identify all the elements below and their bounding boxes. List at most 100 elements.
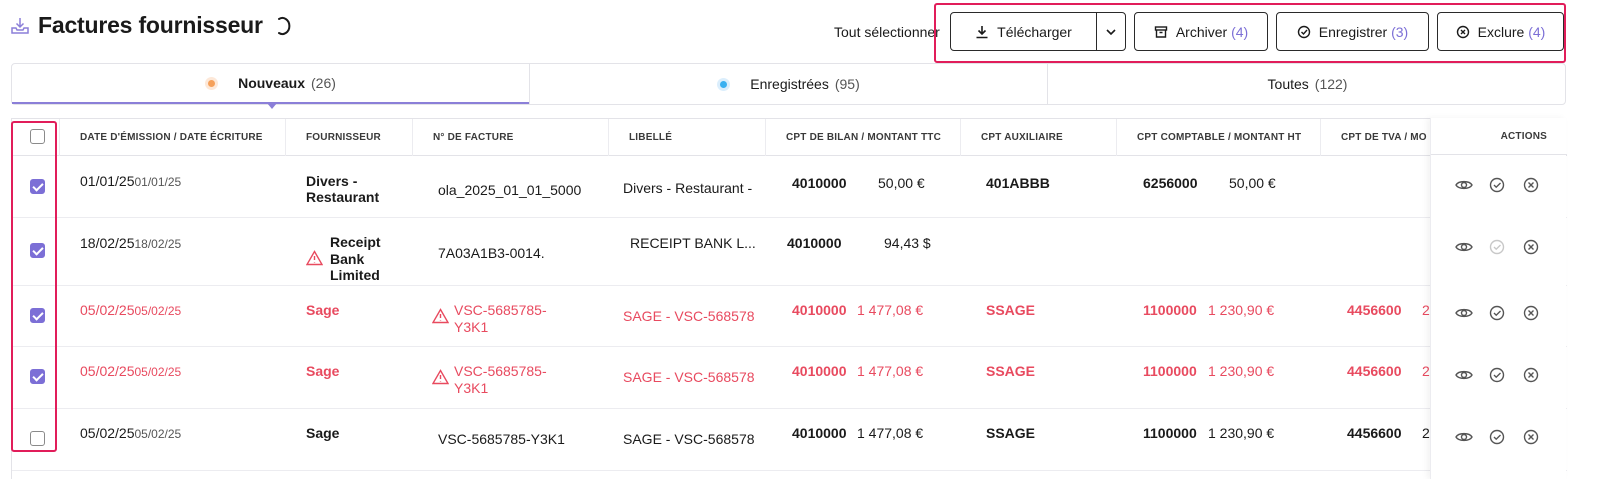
exclude-row-button[interactable] xyxy=(1521,303,1541,323)
emission-date: 05/02/25 xyxy=(80,363,135,379)
download-label: Télécharger xyxy=(997,23,1072,40)
register-row-button[interactable] xyxy=(1487,365,1507,385)
select-all-link[interactable]: Tout sélectionner xyxy=(834,24,940,40)
check-circle-icon xyxy=(1489,177,1505,193)
tab-label: Nouveaux xyxy=(238,75,305,91)
invoice-number-cell: VSC-5685785-Y3K1 xyxy=(454,363,547,396)
accounting-amount-cell: 1 230,90 € xyxy=(1208,425,1275,441)
eye-icon xyxy=(1455,180,1473,190)
inbox-download-icon xyxy=(10,16,30,36)
check-circle-icon xyxy=(1489,429,1505,445)
archive-count: (4) xyxy=(1231,23,1249,40)
x-circle-icon xyxy=(1456,25,1469,38)
invoice-line: VSC-5685785- xyxy=(454,302,547,318)
actions-column: ACTIONS xyxy=(1430,118,1567,479)
column-header-balance[interactable]: CPT DE BILAN / MONTANT TTC xyxy=(766,119,961,156)
status-dot-icon xyxy=(205,76,219,90)
tab-label: Toutes xyxy=(1267,76,1309,92)
vat-account-cell: 4456600 xyxy=(1347,363,1402,379)
column-header-accounting[interactable]: CPT COMPTABLE / MONTANT HT xyxy=(1117,119,1321,156)
balance-account-cell: 4010000 xyxy=(792,425,847,441)
entry-date: 05/02/25 xyxy=(134,427,182,441)
tab-new[interactable]: Nouveaux (26) xyxy=(12,64,529,109)
tab-label: Enregistrées xyxy=(750,76,829,92)
invoice-number-cell: VSC-5685785-Y3K1 xyxy=(454,302,547,335)
balance-account-cell: 4010000 xyxy=(792,175,847,191)
column-header-date[interactable]: DATE D'ÉMISSION / DATE ÉCRITURE xyxy=(60,119,286,156)
x-circle-icon xyxy=(1523,429,1539,445)
date-cell: 18/02/2518/02/25 xyxy=(80,235,181,251)
exclude-count: (4) xyxy=(1528,23,1546,40)
eye-icon xyxy=(1455,370,1473,380)
download-options-button[interactable] xyxy=(1096,12,1126,51)
supplier-line: Restaurant xyxy=(306,189,380,205)
register-row-button[interactable] xyxy=(1487,303,1507,323)
exclude-row-button[interactable] xyxy=(1521,427,1541,447)
column-header-label[interactable]: LIBELLÉ xyxy=(609,119,766,156)
check-circle-icon xyxy=(1489,367,1505,383)
supplier-line: Receipt xyxy=(330,234,381,250)
label-cell: SAGE - VSC-568578 xyxy=(623,369,754,385)
invoices-table: DATE D'ÉMISSION / DATE ÉCRITURE FOURNISS… xyxy=(11,118,1567,479)
archive-icon xyxy=(1154,25,1168,38)
exclude-row-button[interactable] xyxy=(1521,175,1541,195)
table-row[interactable]: 05/02/2505/02/25 Sage VSC-5685785-Y3K1 S… xyxy=(12,286,1567,347)
download-button[interactable]: Télécharger xyxy=(950,12,1097,51)
entry-date: 18/02/25 xyxy=(134,237,182,251)
column-header-invoice-number[interactable]: N° DE FACTURE xyxy=(413,119,609,156)
table-row[interactable]: 05/02/2505/02/25 Sage VSC-5685785-Y3K1 S… xyxy=(12,409,1567,471)
accounting-account-cell: 1100000 xyxy=(1143,302,1197,318)
table-row[interactable]: 01/01/2501/01/25 Divers - Restaurant ola_… xyxy=(12,156,1567,218)
column-header-supplier[interactable]: FOURNISSEUR xyxy=(286,119,413,156)
date-cell: 05/02/2505/02/25 xyxy=(80,425,181,441)
register-row-button[interactable] xyxy=(1487,427,1507,447)
view-button[interactable] xyxy=(1454,303,1474,323)
view-button[interactable] xyxy=(1454,175,1474,195)
accounting-account-cell: 1100000 xyxy=(1143,425,1197,441)
balance-account-cell: 4010000 xyxy=(792,363,847,379)
vat-amount-cell: 2 xyxy=(1422,425,1430,441)
register-row-button-disabled xyxy=(1487,237,1507,257)
balance-amount-cell: 1 477,08 € xyxy=(857,302,924,318)
table-row[interactable]: 05/02/2505/02/25 Sage VSC-5685785-Y3K1 S… xyxy=(12,347,1567,409)
table-row[interactable]: 18/02/2518/02/25 Receipt Bank Limited 7A03… xyxy=(12,218,1567,286)
date-cell: 05/02/2505/02/25 xyxy=(80,363,181,379)
tab-saved[interactable]: Enregistrées (95) xyxy=(529,64,1047,104)
check-circle-icon xyxy=(1489,239,1505,255)
date-cell: 01/01/2501/01/25 xyxy=(80,173,181,189)
supplier-cell: Sage xyxy=(306,363,340,379)
auxiliary-account-cell: SSAGE xyxy=(986,302,1036,318)
supplier-cell: Sage xyxy=(306,302,340,318)
archive-button[interactable]: Archiver (4) xyxy=(1134,12,1268,51)
check-circle-icon xyxy=(1297,25,1310,38)
register-row-button[interactable] xyxy=(1487,175,1507,195)
chevron-down-icon xyxy=(1106,28,1116,35)
column-header-vat[interactable]: CPT DE TVA / MO xyxy=(1321,119,1431,156)
emission-date: 05/02/25 xyxy=(80,425,135,441)
tab-count: (95) xyxy=(834,76,860,92)
auxiliary-account-cell: SSAGE xyxy=(986,425,1036,441)
view-button[interactable] xyxy=(1454,237,1474,257)
invoice-line: Y3K1 xyxy=(454,318,489,335)
view-button[interactable] xyxy=(1454,427,1474,447)
emission-date: 05/02/25 xyxy=(80,302,135,318)
warning-icon xyxy=(432,308,449,324)
table-header: DATE D'ÉMISSION / DATE ÉCRITURE FOURNISS… xyxy=(12,119,1567,156)
x-circle-icon xyxy=(1523,239,1539,255)
entry-date: 05/02/25 xyxy=(134,365,182,379)
vat-amount-cell: 2 xyxy=(1422,302,1430,318)
exclude-row-button[interactable] xyxy=(1521,365,1541,385)
tab-all[interactable]: Toutes (122) xyxy=(1047,64,1567,104)
auxiliary-account-cell: 401ABBB xyxy=(986,175,1050,191)
accounting-amount-cell: 1 230,90 € xyxy=(1208,363,1275,379)
view-button[interactable] xyxy=(1454,365,1474,385)
vat-account-cell: 4456600 xyxy=(1347,302,1402,318)
warning-icon xyxy=(432,369,449,385)
register-button[interactable]: Enregistrer (3) xyxy=(1276,12,1429,51)
warning-icon xyxy=(306,250,323,266)
column-header-auxiliary[interactable]: CPT AUXILIAIRE xyxy=(961,119,1117,156)
exclude-button[interactable]: Exclure (4) xyxy=(1437,12,1564,51)
exclude-row-button[interactable] xyxy=(1521,237,1541,257)
eye-icon xyxy=(1455,308,1473,318)
auxiliary-account-cell: SSAGE xyxy=(986,363,1036,379)
